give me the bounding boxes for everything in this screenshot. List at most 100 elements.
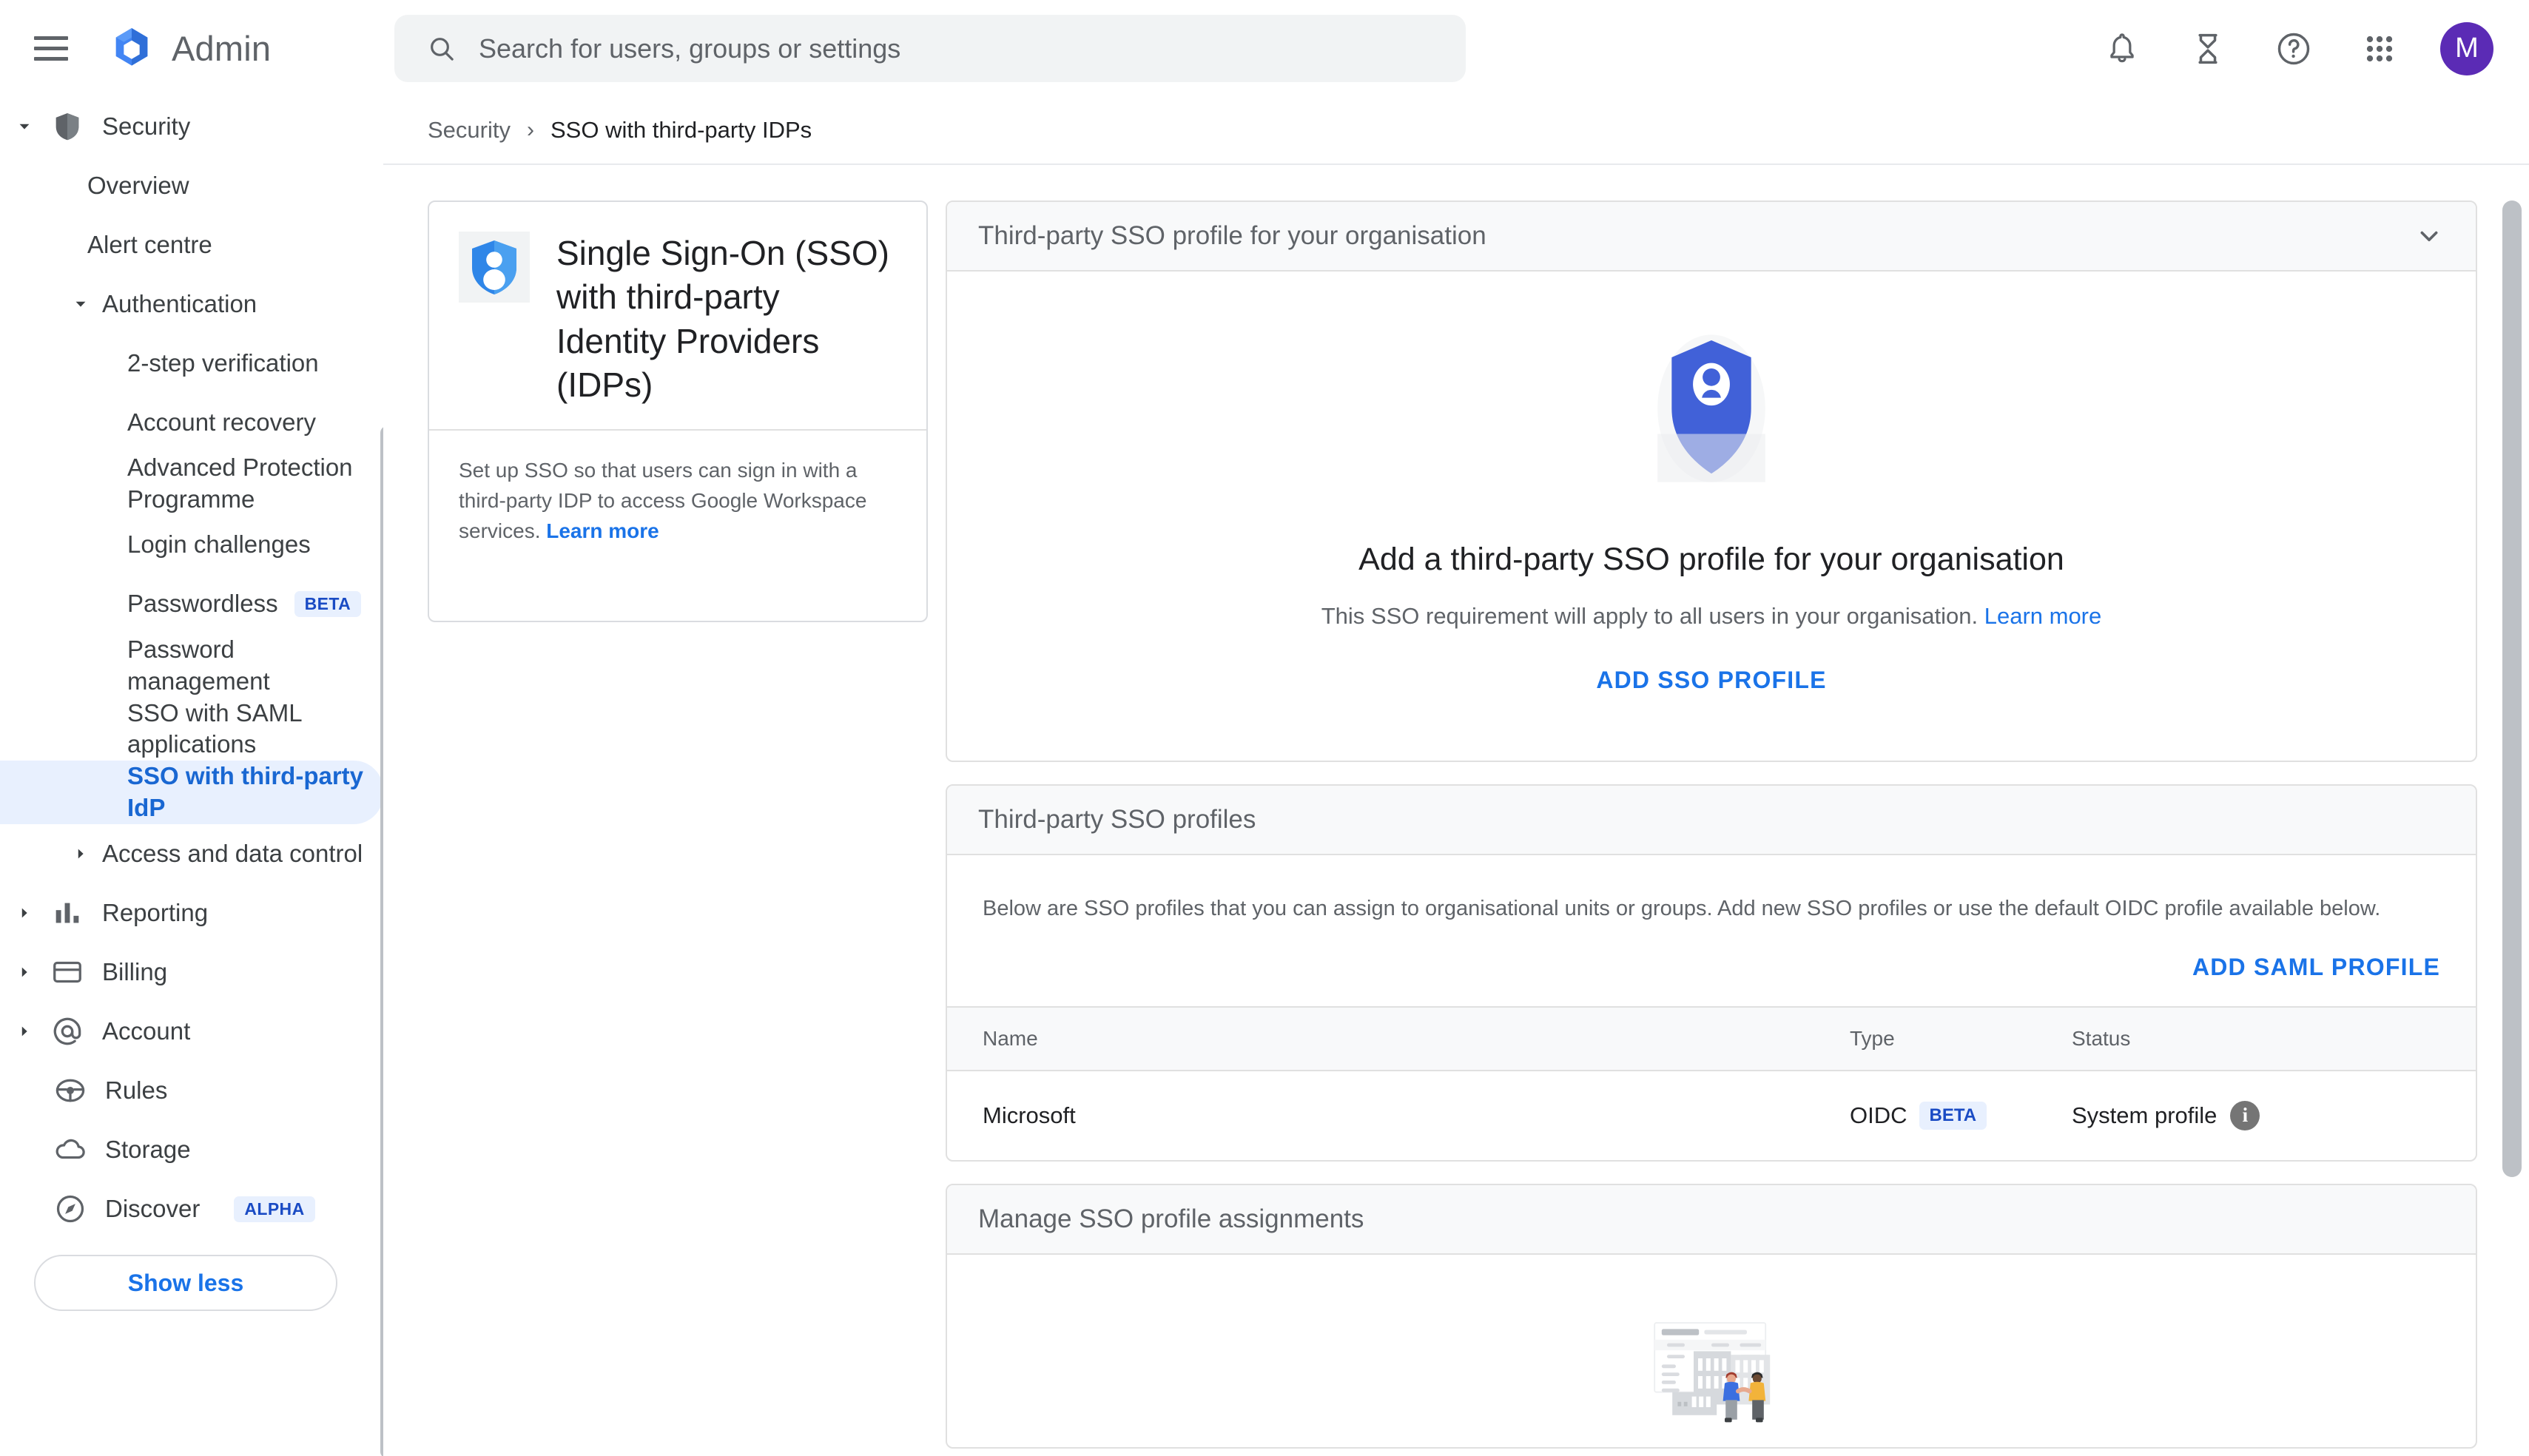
app-bar-icons: M <box>2087 0 2504 97</box>
at-sign-icon <box>53 1017 81 1045</box>
breadcrumb-separator-icon: › <box>526 118 534 142</box>
breadcrumb-parent[interactable]: Security <box>428 117 511 144</box>
pending-tasks-hourglass-icon[interactable] <box>2172 13 2243 84</box>
google-admin-logo-icon <box>115 27 148 66</box>
shield-icon <box>50 109 84 144</box>
steering-wheel-icon <box>55 1079 85 1102</box>
sidebar-nav-list: Security Overview Alert centre Authenticati… <box>0 97 383 1364</box>
cloud-icon <box>55 1139 85 1159</box>
info-icon[interactable]: i <box>2230 1100 2260 1130</box>
sidebar-item-account[interactable]: Account <box>0 1002 383 1061</box>
bar-chart-icon <box>55 903 79 923</box>
chevron-right-icon[interactable] <box>73 846 89 862</box>
search-icon <box>431 37 454 61</box>
shield-person-illustration <box>1657 334 1765 482</box>
sidebar-item-badge: BETA <box>294 591 362 618</box>
chevron-right-icon[interactable] <box>16 964 33 980</box>
sso-info-card-text: Set up SSO so that users can sign in wit… <box>459 459 867 542</box>
profile-type-badge: BETA <box>1919 1101 1987 1130</box>
sso-profiles-table-header-row: Name Type Status <box>947 1005 2476 1071</box>
avatar[interactable]: M <box>2440 21 2493 75</box>
show-less-button[interactable]: Show less <box>34 1255 337 1312</box>
table-row[interactable]: Microsoft OIDC BETA System profile i <box>947 1071 2476 1160</box>
third-party-sso-profiles-card: Third-party SSO profiles Below are SSO p… <box>946 784 2477 1162</box>
compass-icon <box>56 1196 84 1223</box>
bar-chart-icon <box>50 896 84 930</box>
column-header-status[interactable]: Status <box>2072 1005 2476 1071</box>
sidebar-item-passwordless[interactable]: Passwordless BETA <box>0 575 383 634</box>
main-content: Security › SSO with third-party IDPs Sin… <box>383 97 2529 1456</box>
sidebar-item-authentication[interactable]: Authentication <box>0 274 383 334</box>
sidebar-item-advanced-protection-programme[interactable]: Advanced Protection Programme <box>0 452 383 516</box>
chevron-down-icon[interactable] <box>16 118 33 135</box>
sidebar-item-password-management[interactable]: Password management <box>0 634 383 698</box>
shield-icon <box>55 112 79 141</box>
cell-profile-status: System profile i <box>2072 1071 2476 1160</box>
sidebar-item-badge: ALPHA <box>234 1196 315 1222</box>
sidebar-item-sso-with-saml-applications[interactable]: SSO with SAML applications <box>0 698 383 761</box>
help-icon[interactable] <box>2258 13 2329 84</box>
search-input[interactable] <box>479 33 1404 64</box>
sidebar-item-label: Account recovery <box>127 408 316 436</box>
sidebar-item-sso-with-third-party-idp[interactable]: SSO with third-party IdP <box>0 761 383 825</box>
sidebar-item-label: 2-step verification <box>127 348 319 377</box>
sidebar-item-label: Rules <box>105 1076 168 1104</box>
cell-profile-name: Microsoft <box>983 1102 1076 1128</box>
chevron-down-icon[interactable] <box>73 296 89 312</box>
add-sso-profile-button[interactable]: ADD SSO PROFILE <box>1596 667 1826 694</box>
sso-info-card-title: Single Sign-On (SSO) with third-party Id… <box>556 234 889 404</box>
third-party-sso-profiles-card-header[interactable]: Third-party SSO profiles <box>947 786 2476 855</box>
page-scrollbar[interactable] <box>2502 200 2522 1177</box>
steering-wheel-icon <box>53 1074 87 1108</box>
org-sso-profile-learn-more-link[interactable]: Learn more <box>1984 603 2102 629</box>
chevron-right-icon[interactable] <box>16 1023 33 1039</box>
brand-label: Admin <box>172 29 272 68</box>
manage-sso-assignments-body <box>947 1255 2476 1447</box>
column-header-name[interactable]: Name <box>947 1005 1850 1071</box>
brand[interactable]: Admin <box>108 25 271 73</box>
cell-profile-type: OIDC BETA <box>1850 1071 2072 1160</box>
third-party-sso-profiles-actions: ADD SAML PROFILE <box>947 924 2476 1006</box>
sidebar-item-login-challenges[interactable]: Login challenges <box>0 516 383 575</box>
column-header-type[interactable]: Type <box>1850 1005 2072 1071</box>
sidebar-item-2-step-verification[interactable]: 2-step verification <box>0 334 383 393</box>
at-sign-icon <box>50 1014 84 1048</box>
sidebar-item-storage[interactable]: Storage <box>0 1120 383 1179</box>
credit-card-icon <box>50 955 84 989</box>
sidebar-item-label: Discover <box>105 1194 201 1222</box>
sidebar-item-label: Passwordless <box>127 590 278 618</box>
sidebar-item-overview[interactable]: Overview <box>0 156 383 215</box>
breadcrumb: Security › SSO with third-party IDPs <box>383 97 2529 165</box>
hamburger-menu-icon[interactable] <box>34 34 70 64</box>
sidebar-item-account-recovery[interactable]: Account recovery <box>0 393 383 452</box>
add-saml-profile-button[interactable]: ADD SAML PROFILE <box>2192 954 2440 981</box>
sidebar-item-label: SSO with third-party IdP <box>127 762 364 822</box>
sidebar-item-security[interactable]: Security <box>0 97 383 156</box>
sidebar-item-reporting[interactable]: Reporting <box>0 883 383 943</box>
sso-profiles-table-body: Microsoft OIDC BETA System profile i <box>947 1071 2476 1160</box>
sidebar: Security Overview Alert centre Authenticati… <box>0 97 383 1456</box>
chevron-down-icon[interactable] <box>2414 220 2445 252</box>
search-box[interactable] <box>394 15 1466 82</box>
sidebar-item-discover[interactable]: Discover ALPHA <box>0 1179 383 1238</box>
status-badge: System profile <box>2072 1102 2217 1128</box>
sidebar-item-alert-centre[interactable]: Alert centre <box>0 215 383 274</box>
chevron-right-icon[interactable] <box>16 905 33 921</box>
org-sso-profile-card-header[interactable]: Third-party SSO profile for your organis… <box>947 202 2476 272</box>
sidebar-item-label: Advanced Protection Programme <box>127 454 353 513</box>
manage-sso-assignments-card: Manage SSO profile assignments <box>946 1183 2477 1449</box>
sidebar-item-access-and-data-control[interactable]: Access and data control <box>0 824 383 883</box>
manage-sso-assignments-card-title: Manage SSO profile assignments <box>978 1204 1364 1233</box>
manage-sso-assignments-card-header[interactable]: Manage SSO profile assignments <box>947 1184 2476 1255</box>
google-apps-grid-icon[interactable] <box>2344 13 2415 84</box>
notifications-bell-icon[interactable] <box>2087 13 2158 84</box>
profile-type-label: OIDC <box>1850 1102 1907 1128</box>
sso-profiles-table-head: Name Type Status <box>947 1005 2476 1071</box>
sidebar-item-billing[interactable]: Billing <box>0 943 383 1002</box>
sso-info-card-learn-more-link[interactable]: Learn more <box>546 519 659 542</box>
sidebar-item-label: SSO with SAML applications <box>127 698 302 758</box>
sidebar-item-rules[interactable]: Rules <box>0 1061 383 1120</box>
cloud-icon <box>53 1133 87 1167</box>
